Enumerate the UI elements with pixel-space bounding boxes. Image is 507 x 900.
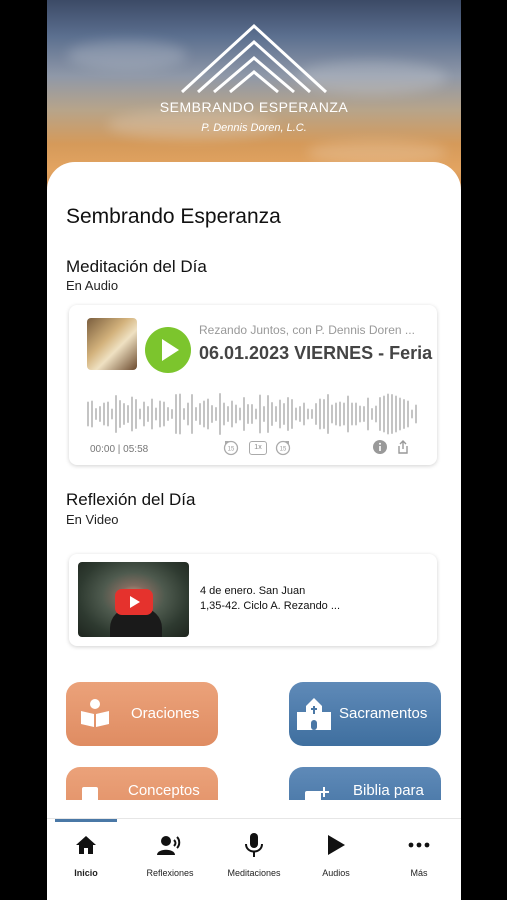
conceptos-button[interactable]: Conceptos [66, 767, 218, 800]
active-tab-indicator [55, 819, 117, 822]
play-icon [328, 835, 345, 855]
meditation-title: Meditación del Día [66, 257, 207, 276]
book-reader-icon [81, 699, 109, 727]
playback-time: 00:00 | 05:58 [90, 444, 149, 455]
nav-reflexiones[interactable]: Reflexiones [129, 831, 211, 878]
shortcut-grid: Oraciones Sacramentos Conceptos Biblia p… [47, 672, 461, 800]
video-card[interactable]: 4 de enero. San Juan 1,35-42. Ciclo A. R… [69, 554, 437, 646]
svg-text:15: 15 [228, 447, 235, 453]
speed-button[interactable]: 1x [249, 441, 267, 455]
logo-mountains-icon [180, 23, 328, 94]
svg-text:15: 15 [280, 447, 287, 453]
church-icon [297, 698, 331, 730]
nav-meditaciones[interactable]: Meditaciones [213, 831, 295, 878]
oraciones-label: Oraciones [131, 705, 200, 722]
podcast-show-name: Rezando Juntos, con P. Dennis Doren ... [199, 323, 415, 337]
microphone-icon [245, 833, 263, 857]
episode-artwork [87, 318, 137, 370]
rewind-icon[interactable]: 15 [222, 439, 240, 460]
bottom-navigation: Inicio Reflexiones Meditaciones Audios M… [47, 818, 461, 900]
speaking-person-icon [157, 836, 181, 855]
video-title: 4 de enero. San Juan 1,35-42. Ciclo A. R… [200, 585, 341, 612]
brand-name: SEMBRANDO ESPERANZA [159, 99, 349, 115]
biblia-button[interactable]: Biblia para [289, 767, 441, 800]
brand-author: P. Dennis Doren, L.C. [201, 122, 307, 134]
page-title: Sembrando Esperanza [66, 205, 281, 228]
bible-add-icon [305, 787, 329, 800]
nav-audios[interactable]: Audios [295, 831, 377, 878]
audio-player[interactable]: Rezando Juntos, con P. Dennis Doren ... … [69, 305, 437, 465]
forward-icon[interactable]: 15 [274, 439, 292, 460]
home-icon [76, 836, 96, 854]
info-icon[interactable] [372, 439, 388, 458]
book-icon [82, 787, 98, 800]
nav-mas[interactable]: Más [378, 831, 460, 878]
nav-inicio[interactable]: Inicio [47, 831, 127, 878]
phone-screen: SEMBRANDO ESPERANZA P. Dennis Doren, L.C… [47, 0, 461, 900]
waveform[interactable] [87, 391, 419, 437]
more-dots-icon [408, 842, 430, 848]
reflection-title: Reflexión del Día [66, 490, 196, 509]
sacramentos-button[interactable]: Sacramentos [289, 682, 441, 746]
play-button[interactable] [145, 327, 191, 373]
conceptos-label: Conceptos [128, 782, 200, 799]
youtube-play-icon[interactable] [115, 589, 153, 615]
share-icon[interactable] [395, 439, 411, 458]
content-card: Sembrando Esperanza Meditación del Día E… [47, 162, 461, 822]
reflection-subtitle: En Video [66, 512, 119, 527]
sacramentos-label: Sacramentos [339, 705, 428, 722]
episode-title: 06.01.2023 VIERNES - Feria [199, 343, 433, 363]
video-thumbnail[interactable] [78, 562, 189, 637]
meditation-subtitle: En Audio [66, 278, 119, 293]
biblia-label: Biblia para [353, 782, 424, 799]
oraciones-button[interactable]: Oraciones [66, 682, 218, 746]
